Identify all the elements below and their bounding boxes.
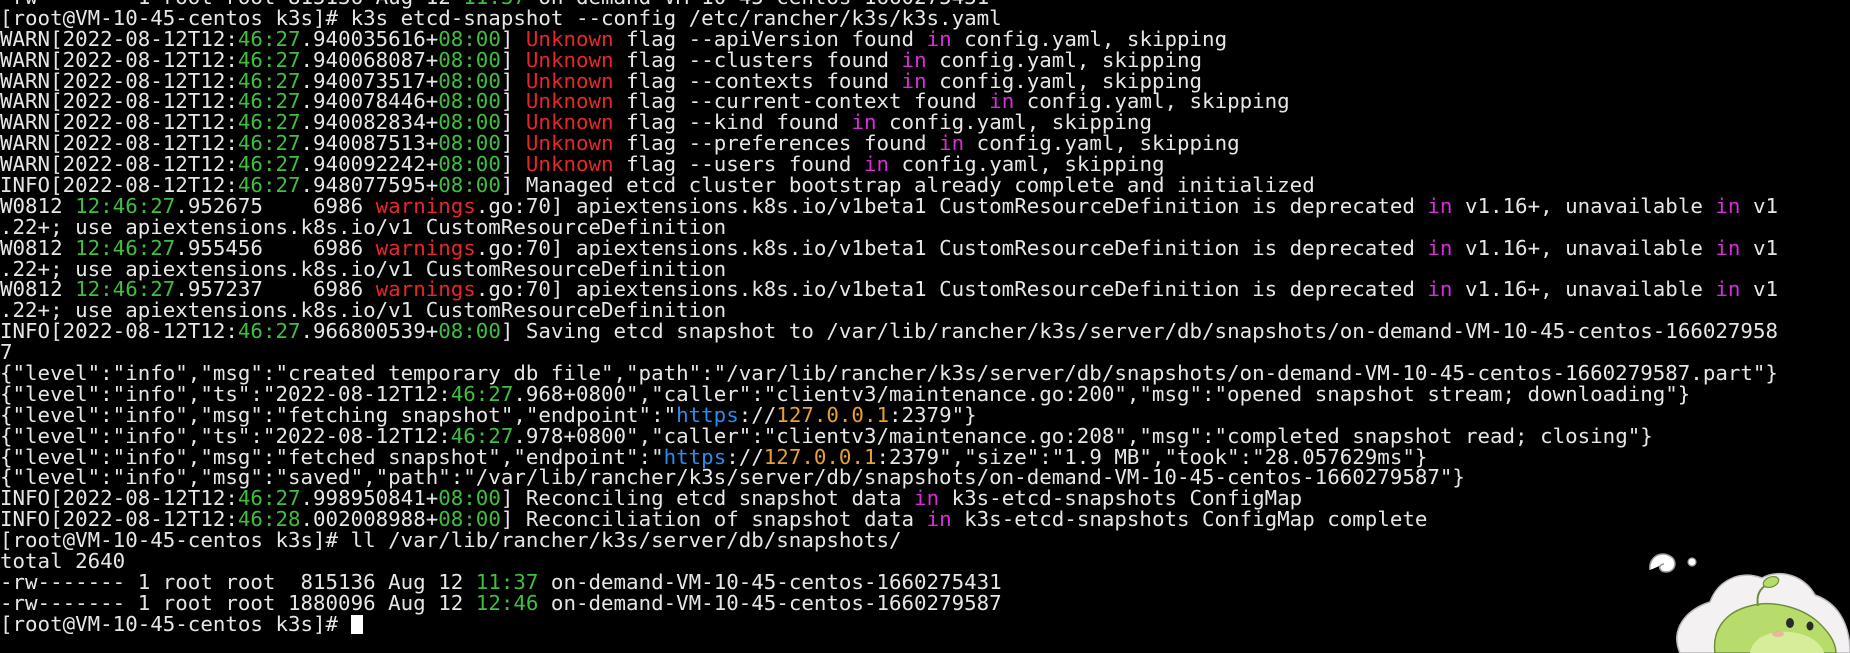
terminal-line: .22+; use apiextensions.k8s.io/v1 Custom… bbox=[0, 216, 1778, 238]
terminal-line: WARN[2022-08-12T12:46:27.940073517+08:00… bbox=[0, 70, 1778, 92]
terminal-text-segment: [root@VM-10-45-centos k3s]# ll /var/lib/… bbox=[0, 528, 902, 553]
terminal-line: [root@VM-10-45-centos k3s]# k3s etcd-sna… bbox=[0, 7, 1778, 29]
terminal-line: [root@VM-10-45-centos k3s]# bbox=[0, 611, 1778, 636]
terminal-line: INFO[2022-08-12T12:46:27.998950841+08:00… bbox=[0, 488, 1778, 509]
green-creature-sticker-icon bbox=[1649, 553, 1850, 653]
terminal-line: [root@VM-10-45-centos k3s]# ll /var/lib/… bbox=[0, 530, 1778, 551]
terminal-line: WARN[2022-08-12T12:46:27.940092242+08:00… bbox=[0, 154, 1778, 175]
terminal-text-segment: v1.16+, unavailable bbox=[1452, 277, 1716, 302]
terminal-line: WARN[2022-08-12T12:46:27.940078446+08:00… bbox=[0, 91, 1778, 112]
terminal-text-segment: 46:27 bbox=[237, 319, 301, 344]
terminal-line: WARN[2022-08-12T12:46:27.940082834+08:00… bbox=[0, 112, 1778, 133]
terminal-line: {"level":"info","msg":"created temporary… bbox=[0, 363, 1778, 384]
terminal-text-segment: in bbox=[926, 507, 952, 532]
terminal-line: .22+; use apiextensions.k8s.io/v1 Custom… bbox=[0, 300, 1778, 321]
terminal-line: {"level":"info","msg":"fetched snapshot"… bbox=[0, 446, 1778, 468]
terminal-text-segment: [root@VM-10-45-centos k3s]# bbox=[0, 611, 351, 636]
terminal-line: W0812 12:46:27.952675 6986 warnings.go:7… bbox=[0, 193, 1778, 218]
terminal-line: WARN[2022-08-12T12:46:27.940068087+08:00… bbox=[0, 49, 1778, 71]
terminal-line: {"level":"info","ts":"2022-08-12T12:46:2… bbox=[0, 383, 1778, 405]
terminal-text-segment: in bbox=[1427, 193, 1453, 218]
terminal-line: 7 bbox=[0, 342, 1778, 363]
terminal-line: {"level":"info","msg":"saved","path":"/v… bbox=[0, 467, 1778, 488]
terminal-text-segment: in bbox=[1427, 235, 1453, 260]
terminal-text-segment: INFO[2022-08-12T12: bbox=[0, 319, 238, 344]
terminal-text-segment: on-demand-VM-10-45-centos-1660279587 bbox=[538, 590, 1002, 615]
terminal-line: W0812 12:46:27.957237 6986 warnings.go:7… bbox=[0, 279, 1778, 300]
terminal-text-segment: .966800539+ bbox=[300, 319, 439, 344]
terminal-line: total 2640 bbox=[0, 551, 1778, 572]
terminal-line: -rw------- 1 root root 1880096 Aug 12 12… bbox=[0, 590, 1778, 615]
terminal-text-segment: v1.16+, unavailable bbox=[1452, 235, 1716, 260]
terminal-text-segment: 12:46 bbox=[475, 590, 539, 615]
terminal-line: WARN[2022-08-12T12:46:27.940035616+08:00… bbox=[0, 28, 1778, 50]
terminal-text-segment: k3s-etcd-snapshots ConfigMap complete bbox=[951, 507, 1428, 532]
terminal-window[interactable]: -rw------- 1 root root 815136 Aug 12 11:… bbox=[0, 0, 1850, 653]
terminal-line: W0812 12:46:27.955456 6986 warnings.go:7… bbox=[0, 235, 1778, 260]
terminal-text-segment: v1 bbox=[1740, 277, 1778, 302]
terminal-line: .22+; use apiextensions.k8s.io/v1 Custom… bbox=[0, 258, 1778, 280]
terminal-text-segment: in bbox=[1715, 277, 1741, 302]
terminal-line: INFO[2022-08-12T12:46:27.948077595+08:00… bbox=[0, 175, 1778, 196]
terminal-output: -rw------- 1 root root 815136 Aug 12 11:… bbox=[0, 0, 1778, 635]
terminal-text-segment: in bbox=[1715, 235, 1741, 260]
terminal-line: {"level":"info","ts":"2022-08-12T12:46:2… bbox=[0, 425, 1778, 447]
terminal-line: INFO[2022-08-12T12:46:28.002008988+08:00… bbox=[0, 509, 1778, 530]
terminal-text-segment: v1.16+, unavailable bbox=[1452, 193, 1716, 218]
terminal-text-segment: in bbox=[1427, 277, 1453, 302]
terminal-cursor[interactable] bbox=[350, 614, 363, 634]
terminal-text-segment: v1 bbox=[1740, 193, 1778, 218]
terminal-line: -rw------- 1 root root 815136 Aug 12 11:… bbox=[0, 571, 1778, 593]
terminal-line: {"level":"info","msg":"fetching snapshot… bbox=[0, 404, 1778, 426]
terminal-text-segment: in bbox=[1715, 193, 1741, 218]
terminal-line: INFO[2022-08-12T12:46:27.966800539+08:00… bbox=[0, 321, 1778, 342]
terminal-text-segment: 08:00 bbox=[438, 319, 501, 344]
terminal-text-segment: v1 bbox=[1740, 235, 1778, 260]
terminal-line: WARN[2022-08-12T12:46:27.940087513+08:00… bbox=[0, 133, 1778, 154]
terminal-text-segment: ] Saving etcd snapshot to /var/lib/ranch… bbox=[500, 319, 1778, 344]
